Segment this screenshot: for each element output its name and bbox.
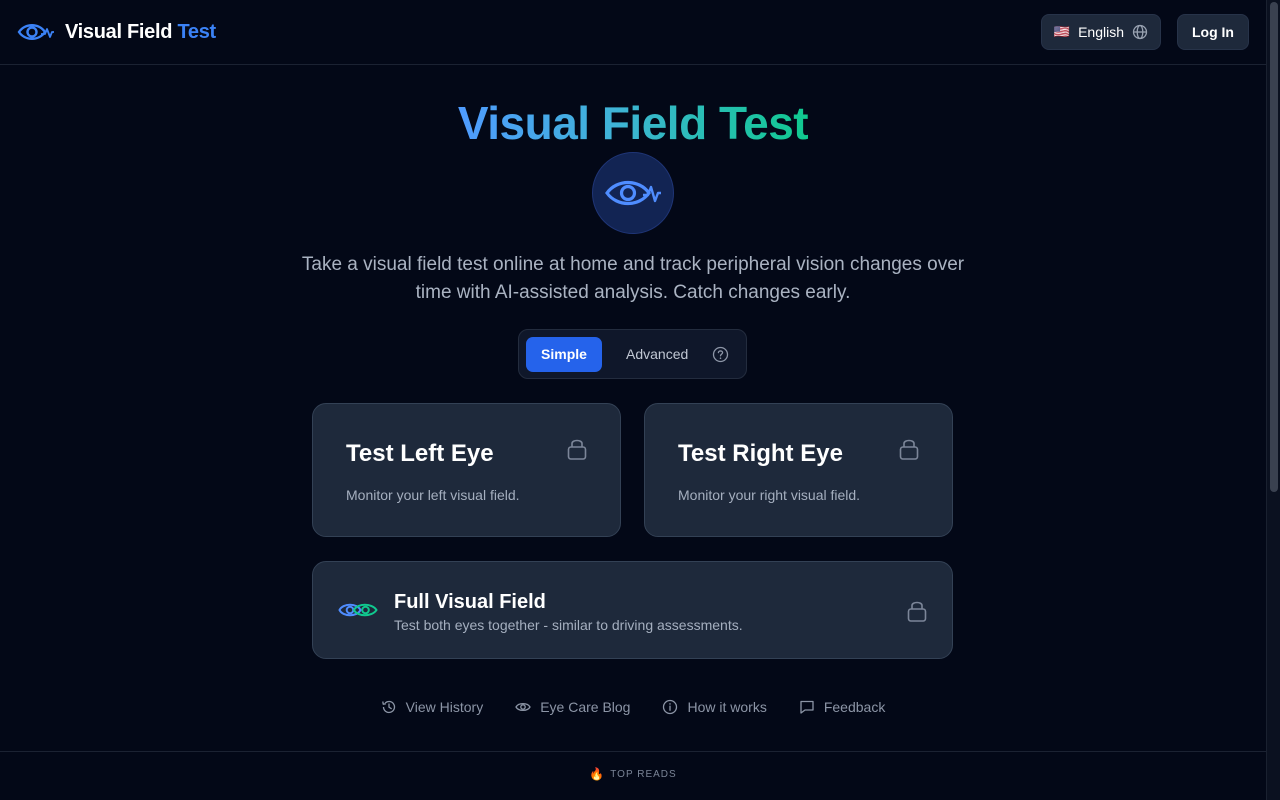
lock-icon bbox=[907, 599, 927, 623]
info-icon bbox=[662, 699, 678, 715]
lock-icon bbox=[567, 437, 587, 461]
card-description: Monitor your right visual field. bbox=[678, 487, 861, 503]
top-reads-label: TOP READS bbox=[610, 768, 677, 780]
top-reads-heading: 🔥 TOP READS bbox=[0, 767, 1266, 781]
card-title: Full Visual Field bbox=[394, 591, 546, 613]
section-divider bbox=[0, 751, 1266, 752]
footer-links: View History Eye Care Blog How it works … bbox=[0, 699, 1266, 715]
link-label: Eye Care Blog bbox=[540, 699, 631, 715]
test-right-eye-card[interactable]: Test Right Eye Monitor your right visual… bbox=[644, 403, 953, 537]
globe-icon bbox=[1132, 24, 1148, 40]
test-left-eye-card[interactable]: Test Left Eye Monitor your left visual f… bbox=[312, 403, 621, 537]
eye-logo-icon bbox=[17, 20, 55, 44]
language-label: English bbox=[1078, 24, 1124, 40]
hero-subtitle: Take a visual field test online at home … bbox=[301, 254, 965, 303]
login-button[interactable]: Log In bbox=[1177, 14, 1249, 50]
mode-advanced-button[interactable]: Advanced bbox=[626, 346, 688, 362]
card-title: Test Left Eye bbox=[346, 440, 494, 467]
page-scrollbar[interactable] bbox=[1266, 0, 1280, 800]
hero-eye-logo bbox=[592, 152, 674, 234]
help-icon[interactable] bbox=[712, 346, 729, 363]
page-title: Visual Field Test bbox=[457, 97, 809, 149]
scrollbar-thumb[interactable] bbox=[1270, 2, 1278, 492]
eye-pulse-icon bbox=[603, 175, 663, 211]
history-icon bbox=[381, 699, 397, 715]
brand-logo-link[interactable]: Visual Field Test bbox=[17, 20, 216, 44]
fire-icon: 🔥 bbox=[589, 767, 605, 781]
view-history-link[interactable]: View History bbox=[381, 699, 484, 715]
language-selector[interactable]: 🇺🇸 English bbox=[1040, 14, 1161, 50]
card-description: Test both eyes together - similar to dri… bbox=[394, 617, 743, 633]
mode-toggle: Simple Advanced bbox=[518, 329, 747, 379]
feedback-link[interactable]: Feedback bbox=[799, 699, 885, 715]
link-label: How it works bbox=[687, 699, 767, 715]
eye-care-blog-link[interactable]: Eye Care Blog bbox=[515, 699, 630, 715]
binocular-eyes-icon bbox=[338, 599, 378, 621]
eye-icon bbox=[515, 699, 531, 715]
message-icon bbox=[799, 699, 815, 715]
mode-simple-button[interactable]: Simple bbox=[526, 336, 602, 372]
top-nav: Visual Field Test 🇺🇸 English Log In bbox=[0, 0, 1266, 65]
us-flag-icon: 🇺🇸 bbox=[1053, 24, 1071, 39]
full-visual-field-card[interactable]: Full Visual Field Test both eyes togethe… bbox=[312, 561, 953, 659]
brand-name: Visual Field Test bbox=[65, 20, 216, 43]
card-description: Monitor your left visual field. bbox=[346, 487, 520, 503]
how-it-works-link[interactable]: How it works bbox=[662, 699, 767, 715]
lock-icon bbox=[899, 437, 919, 461]
link-label: View History bbox=[405, 699, 484, 715]
card-title: Test Right Eye bbox=[678, 440, 843, 467]
link-label: Feedback bbox=[823, 699, 886, 715]
